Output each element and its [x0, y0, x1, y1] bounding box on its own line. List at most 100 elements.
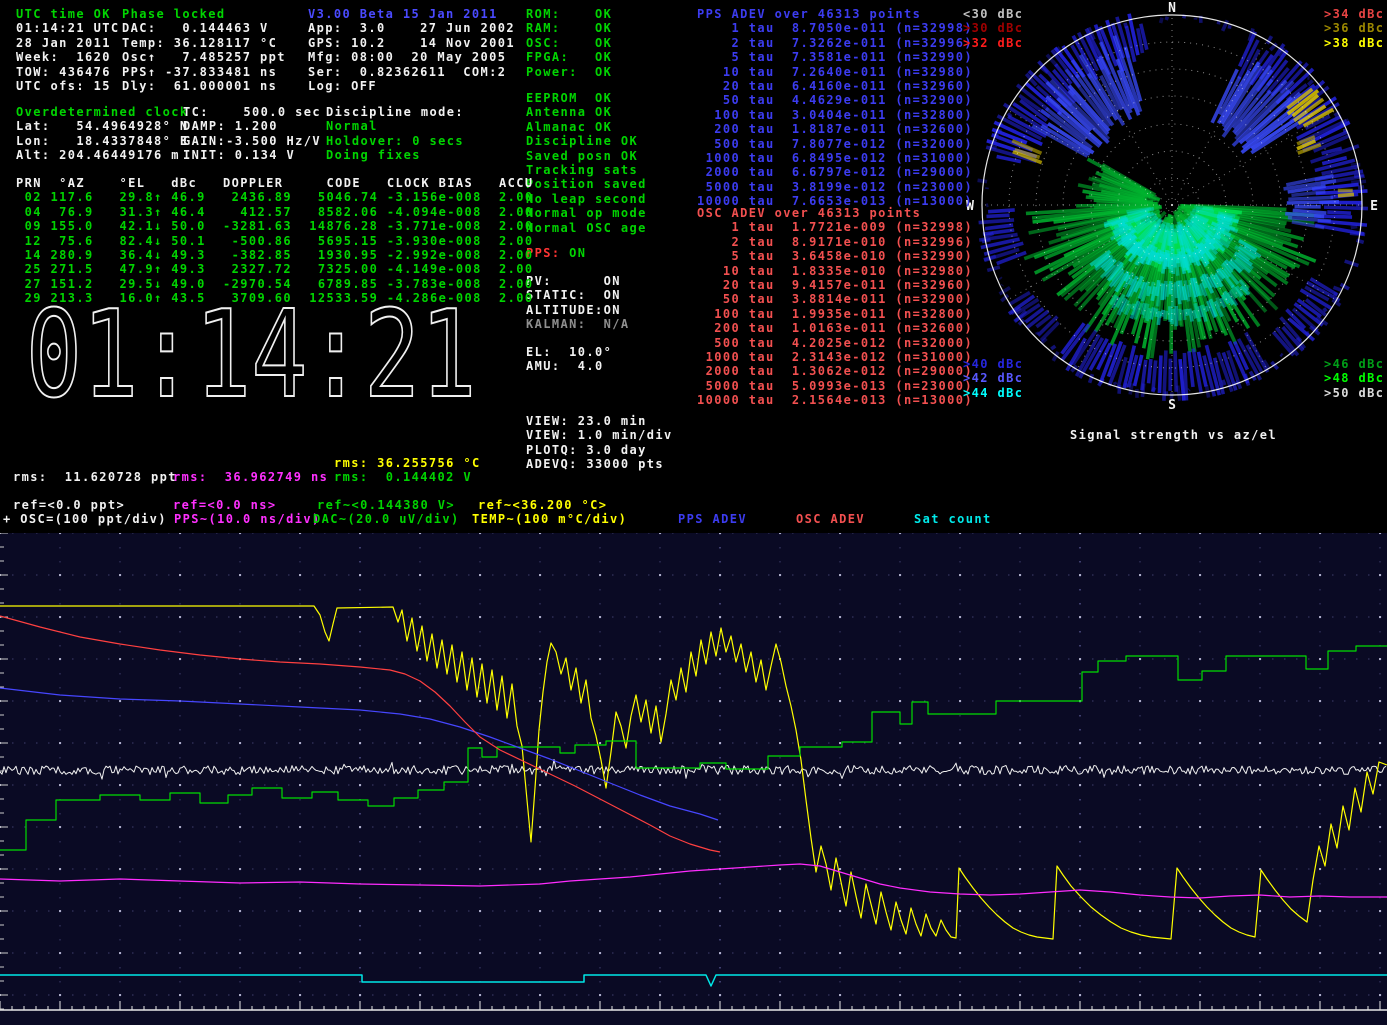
utc-status-panel: UTC time OK	[16, 7, 111, 21]
version-panel: App: 3.0 27 Jun 2002	[308, 21, 515, 35]
legend-dac: DAC~(20.0 uV/div)	[313, 512, 460, 526]
sat-table-row: 04 76.9 31.3↑ 46.4 412.57 8582.06 -4.094…	[16, 205, 533, 219]
phase-lock-panel: PPS↑ -37.833481 ns	[122, 65, 277, 79]
version-panel: Mfg: 08:00 20 May 2005	[308, 50, 506, 64]
receiver-status-panel: Antenna OK	[526, 105, 612, 119]
compass-label-s: S	[1168, 398, 1176, 413]
device-status-panel: FPGA: OK	[526, 50, 612, 64]
pps-adev-row: 5 tau 7.3581e-011 (n=32990)	[697, 50, 973, 64]
osc-adev-row: 2 tau 8.9171e-010 (n=32996)	[697, 235, 973, 249]
osc-adev-row: 500 tau 4.2025e-012 (n=32000)	[697, 336, 973, 350]
osc-adev-row: 5000 tau 5.0993e-013 (n=23000)	[697, 379, 973, 393]
dbc-legend-top-left-item: >32 dBc	[963, 36, 1023, 50]
big-digital-clock: 01:14:21	[18, 296, 488, 416]
osc-adev-title: OSC ADEV over 46313 points	[697, 206, 921, 220]
phase-lock-panel: Dly: 61.000001 ns	[122, 79, 277, 93]
phase-lock-panel: Temp: 36.128117 °C	[122, 36, 277, 50]
sat-table-row: 25 271.5 47.9↑ 49.3 2327.72 7325.00 -4.1…	[16, 262, 533, 276]
dbc-legend-bottom-left-item: >44 dBc	[963, 386, 1023, 400]
ref-dac: ref~<0.144380 V>	[317, 498, 455, 512]
view-panel: PLOTQ: 3.0 day	[526, 443, 647, 457]
sat-table-row: 14 280.9 36.4↓ 49.3 -382.85 1930.95 -2.9…	[16, 248, 533, 262]
discipline-mode-panel: Doing fixes	[326, 148, 421, 162]
pps-adev-row: 1000 tau 6.8495e-012 (n=31000)	[697, 151, 973, 165]
overdetermined-clock-panel: Lon: 18.4337848° E	[16, 134, 189, 148]
osc-adev-row: 1 tau 1.7721e-009 (n=32998)	[697, 220, 973, 234]
ref-osc: ref=<0.0 ppt>	[13, 498, 125, 512]
version-panel: V3.00 Beta 15 Jan 2011	[308, 7, 498, 21]
pps-adev-row: 1 tau 8.7050e-011 (n=32998)	[697, 21, 973, 35]
osc-adev-row: 20 tau 9.4157e-011 (n=32960)	[697, 278, 973, 292]
ref-pps: ref=<0.0 ns>	[173, 498, 277, 512]
device-status-panel: ROM: OK	[526, 7, 612, 21]
receiver-status-panel: EEPROM OK	[526, 91, 612, 105]
pps-adev-row: 2000 tau 6.6797e-012 (n=29000)	[697, 165, 973, 179]
mask-panel: EL: 10.0°	[526, 345, 612, 359]
legend-pps: PPS~(10.0 ns/div)	[174, 512, 321, 526]
receiver-status-panel: Tracking sats	[526, 163, 638, 177]
fix-modes-panel: KALMAN: N/A	[526, 317, 630, 331]
osc-adev-row: 100 tau 1.9935e-011 (n=32800)	[697, 307, 973, 321]
pps-adev-row: 500 tau 7.8077e-012 (n=32000)	[697, 137, 973, 151]
lady-heather-screen: 01:14:21 NSEW UTC time OK01:14:21 UTC28 …	[0, 0, 1387, 1025]
dbc-legend-top-right-item: >38 dBc	[1324, 36, 1384, 50]
overdetermined-clock-panel: Overdetermined clock	[16, 105, 189, 119]
dbc-legend-bottom-right-item: >46 dBc	[1324, 357, 1384, 371]
legend-sat-count: Sat count	[914, 512, 992, 526]
fix-modes-panel: STATIC: ON	[526, 288, 621, 302]
pps-adev-row: 200 tau 1.8187e-011 (n=32600)	[697, 122, 973, 136]
receiver-status-panel: No leap second	[526, 192, 647, 206]
device-status-panel: RAM: OK	[526, 21, 612, 35]
utc-status-panel: 28 Jan 2011	[16, 36, 111, 50]
fix-modes-panel: ALTITUDE:ON	[526, 303, 621, 317]
osc-adev-row: 1000 tau 2.3143e-012 (n=31000)	[697, 350, 973, 364]
legend-osc-adev: OSC ADEV	[796, 512, 865, 526]
dbc-legend-bottom-right-item: >48 dBc	[1324, 371, 1384, 385]
view-panel: VIEW: 23.0 min	[526, 414, 647, 428]
version-panel: Log: OFF	[308, 79, 377, 93]
phase-lock-panel: Osc↑ 7.485257 ppt	[122, 50, 286, 64]
receiver-status-panel: Position saved	[526, 177, 647, 191]
compass-label-e: E	[1370, 199, 1378, 214]
loop-params-panel: DAMP: 1.200	[183, 119, 278, 133]
osc-adev-row: 50 tau 3.8814e-011 (n=32900)	[697, 292, 973, 306]
version-panel: Ser: 0.82362611 COM:2	[308, 65, 506, 79]
pps-adev-row: 20 tau 6.4160e-011 (n=32960)	[697, 79, 973, 93]
osc-adev-row: 2000 tau 1.3062e-012 (n=29000)	[697, 364, 973, 378]
strip-chart-plot	[0, 533, 1387, 1025]
dbc-legend-bottom-right-item: >50 dBc	[1324, 386, 1384, 400]
phase-lock-panel: DAC: 0.144463 V	[122, 21, 269, 35]
receiver-status-panel: Discipline OK	[526, 134, 638, 148]
utc-status-panel: TOW: 436476	[16, 65, 111, 79]
utc-status-panel: UTC ofs: 15	[16, 79, 111, 93]
dbc-legend-top-left-item: <30 dBc	[963, 7, 1023, 21]
device-status-panel: Power: OK	[526, 65, 612, 79]
discipline-mode-panel: Discipline mode:	[326, 105, 464, 119]
osc-adev-row: 5 tau 3.6458e-010 (n=32990)	[697, 249, 973, 263]
utc-status-panel: Week: 1620	[16, 50, 111, 64]
rms-dac: rms: 0.144402 V	[334, 470, 472, 484]
receiver-status-panel: Normal op mode	[526, 206, 647, 220]
fix-modes-panel: PV: ON	[526, 274, 621, 288]
overdetermined-clock-panel: Lat: 54.4964928° N	[16, 119, 189, 133]
legend-osc: + OSC=(100 ppt/div)	[3, 512, 167, 526]
loop-params-panel: TC: 500.0 sec	[183, 105, 321, 119]
legend-temp: TEMP~(100 m°C/div)	[472, 512, 627, 526]
receiver-status-panel: Normal OSC age	[526, 221, 647, 235]
rms-pps: rms: 36.962749 ns	[173, 470, 328, 484]
rms-osc: rms: 11.620728 ppt	[13, 470, 177, 484]
overdetermined-clock-panel: Alt: 204.46449176 m	[16, 148, 180, 162]
sat-table-row: 09 155.0 42.1↓ 50.0 -3281.63 14876.28 -3…	[16, 219, 533, 233]
sat-table-row: 02 117.6 29.8↑ 46.9 2436.89 5046.74 -3.1…	[16, 190, 533, 204]
sat-table-row: 12 75.6 82.4↓ 50.1 -500.86 5695.15 -3.93…	[16, 234, 533, 248]
dbc-legend-bottom-left-item: >40 dBc	[963, 357, 1023, 371]
sat-table-row: 29 213.3 16.0↑ 43.5 3709.60 12533.59 -4.…	[16, 291, 533, 305]
utc-status-panel: 01:14:21 UTC	[16, 21, 120, 35]
version-panel: GPS: 10.2 14 Nov 2001	[308, 36, 515, 50]
pps-adev-row: 2 tau 7.3262e-011 (n=32996)	[697, 36, 973, 50]
polar-caption: Signal strength vs az/el	[1070, 428, 1277, 442]
view-panel: VIEW: 1.0 min/div	[526, 428, 673, 442]
pps-adev-row: 50 tau 4.4629e-011 (n=32900)	[697, 93, 973, 107]
phase-lock-panel: Phase locked	[122, 7, 226, 21]
mask-panel: AMU: 4.0	[526, 359, 604, 373]
